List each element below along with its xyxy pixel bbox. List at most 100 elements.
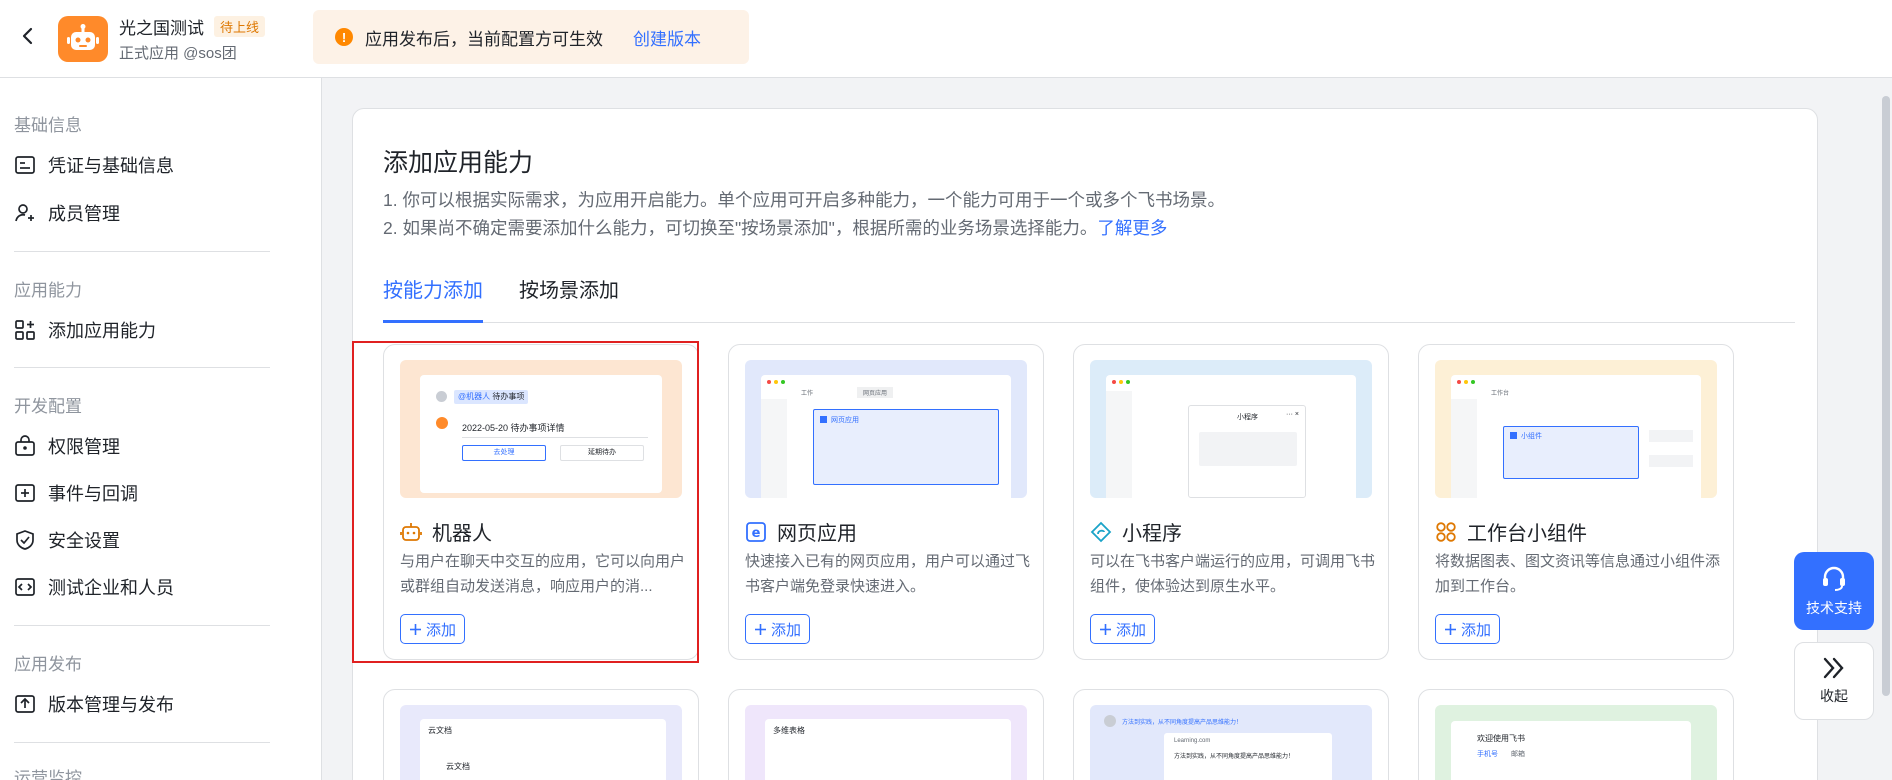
sidebar-divider (14, 625, 270, 626)
add-web-app-button[interactable]: 添加 (745, 614, 811, 644)
shield-check-icon (16, 530, 34, 550)
scrollbar-thumb[interactable] (1882, 96, 1890, 696)
card-preview: 小程序 ··· × (1090, 360, 1372, 498)
bot-avatar-icon (436, 417, 448, 429)
lock-bag-icon (15, 435, 35, 456)
preview-site: Learning.com (1174, 738, 1211, 744)
sidebar-divider (14, 367, 270, 368)
collapse-button[interactable]: 收起 (1794, 642, 1874, 720)
page-scrollbar[interactable] (1880, 78, 1892, 780)
member-add-icon (15, 204, 34, 222)
upload-box-icon (15, 695, 35, 713)
capability-card-widget[interactable]: 工作台 小组件 工作台小组件 将数据图表、图文资讯等信息通过小组件添加到工作台。… (1418, 344, 1734, 660)
card-preview: 工作台 小组件 (1435, 360, 1717, 498)
card-description: 可以在飞书客户端运行的应用，可调用飞书组件，使体验达到原生水平。 (1090, 553, 1376, 595)
sidebar-item-test-enterprise[interactable]: 测试企业和人员 (14, 569, 304, 605)
grid-add-icon (15, 320, 35, 340)
add-button-label: 添加 (1461, 621, 1492, 639)
app-logo (58, 16, 108, 62)
preview-bar (1649, 455, 1693, 467)
preview-chip: @机器人 (458, 392, 491, 401)
preview-square (820, 416, 827, 423)
sidebar-item-events[interactable]: 事件与回调 (14, 475, 304, 511)
preview-frame: 网页应用 (813, 409, 999, 485)
create-version-link[interactable]: 创建版本 (633, 25, 701, 50)
preview-card: Learning.com 方法到实践，从不同角度提高产品思维能力！ (1164, 733, 1332, 780)
preview-sidebar (1451, 399, 1477, 498)
sidebar-item-version[interactable]: 版本管理与发布 (14, 686, 304, 722)
sidebar-item-label: 成员管理 (48, 204, 120, 224)
card-title-text: 机器人 (432, 523, 492, 545)
add-button-label: 添加 (426, 621, 457, 639)
preview-popup: 小程序 ··· × (1188, 405, 1306, 498)
sidebar-item-credentials[interactable]: 凭证与基础信息 (14, 147, 304, 183)
add-button-label: 添加 (771, 621, 802, 639)
card-title-text: 网页应用 (777, 523, 857, 545)
id-card-icon (15, 156, 35, 174)
capability-card-web-app[interactable]: 工作 网页应用 网页应用 e 网页应用 快速接入已有的网页应用，用户可以通过飞书… (728, 344, 1044, 660)
capability-card-mini-program[interactable]: 小程序 ··· × 小程序 可以在飞书客户端运行的应用，可调用飞书组件，使体验达… (1073, 344, 1389, 660)
card-title: e 网页应用 (745, 517, 857, 546)
sidebar-item-permissions[interactable]: 权限管理 (14, 428, 304, 464)
preview-window: 工作台 小组件 (1451, 375, 1701, 498)
capability-card-message-card[interactable]: 方法到实践，从不同角度提高产品思维能力！ Learning.com 方法到实践，… (1073, 689, 1389, 780)
app-name-text: 光之国测试 (119, 19, 204, 38)
preview-window: 多维表格 (765, 719, 1011, 780)
preview-label: 小程序 (1237, 414, 1258, 421)
app-title: 光之国测试 待上线 (119, 14, 266, 39)
preview-window: 工作 网页应用 网页应用 (761, 375, 1011, 498)
learn-more-link[interactable]: 了解更多 (1097, 218, 1167, 238)
tab-bar: 按能力添加 按场景添加 (383, 271, 1795, 323)
preview-window: 欢迎使用飞书 手机号 邮箱 (1451, 721, 1691, 780)
preview-label: 云文档 (428, 726, 452, 735)
page-title: 添加应用能力 (383, 149, 534, 177)
sidebar-divider (14, 251, 270, 252)
widget-icon (1436, 521, 1456, 542)
tab-by-scenario[interactable]: 按场景添加 (519, 271, 619, 323)
preview-window: 云文档 云文档 (420, 719, 666, 780)
preview-content (1199, 432, 1297, 466)
sidebar-item-add-capability[interactable]: 添加应用能力 (14, 312, 304, 348)
plus-icon (755, 623, 766, 635)
avatar (1104, 715, 1116, 727)
headset-icon (1823, 566, 1845, 591)
notice-text: 应用发布后，当前配置方可生效 (365, 29, 603, 49)
capability-card-bitable[interactable]: 多维表格 (728, 689, 1044, 780)
card-preview: 云文档 云文档 (400, 705, 682, 780)
sidebar-divider (14, 742, 270, 743)
description-line-1: 1. 你可以根据实际需求，为应用开启能力。单个应用可开启多种能力，一个能力可用于… (383, 190, 1225, 210)
capability-card-bot[interactable]: @机器人 待办事项 2022-05-20 待办事项详情 去处理 延期待办 机器人… (383, 344, 699, 660)
add-bot-button[interactable]: 添加 (400, 614, 466, 644)
app-subtitle: 正式应用 @sos团 (119, 45, 237, 62)
tech-support-button[interactable]: 技术支持 (1794, 552, 1874, 630)
add-button-label: 添加 (1116, 621, 1147, 639)
plus-icon (1100, 623, 1111, 635)
add-mini-program-button[interactable]: 添加 (1090, 614, 1156, 644)
sidebar-item-security[interactable]: 安全设置 (14, 522, 304, 558)
card-preview: @机器人 待办事项 2022-05-20 待办事项详情 去处理 延期待办 (400, 360, 682, 498)
sidebar-item-members[interactable]: 成员管理 (14, 195, 304, 231)
preview-window: 方法到实践，从不同角度提高产品思维能力！ Learning.com 方法到实践，… (1104, 713, 1354, 780)
robot-avatar-icon (67, 24, 99, 50)
preview-divider (462, 437, 648, 438)
collapse-label: 收起 (1820, 688, 1848, 704)
add-widget-button[interactable]: 添加 (1435, 614, 1501, 644)
card-description: 快速接入已有的网页应用，用户可以通过飞书客户端免登录快速进入。 (745, 553, 1031, 595)
preview-btn-secondary: 延期待办 (560, 445, 644, 461)
preview-window: 小程序 ··· × (1106, 375, 1356, 498)
double-chevron-right-icon (1823, 657, 1844, 679)
capability-card-login[interactable]: 欢迎使用飞书 手机号 邮箱 (1418, 689, 1734, 780)
window-dots (767, 380, 785, 384)
capability-card-docs[interactable]: 云文档 云文档 (383, 689, 699, 780)
card-description: 将数据图表、图文资讯等信息通过小组件添加到工作台。 (1435, 553, 1721, 595)
sidebar-item-label: 测试企业和人员 (48, 578, 174, 598)
preview-label: 多维表格 (773, 726, 805, 735)
preview-sidebar (1106, 391, 1132, 498)
sidebar-section-dev: 开发配置 (14, 397, 82, 416)
sidebar-section-ops: 运营监控 (14, 769, 82, 780)
tab-by-capability[interactable]: 按能力添加 (383, 271, 483, 323)
back-button[interactable] (14, 22, 42, 50)
web-e-icon: e (746, 521, 766, 542)
avatar (436, 391, 447, 402)
preview-sidebar (761, 399, 787, 498)
